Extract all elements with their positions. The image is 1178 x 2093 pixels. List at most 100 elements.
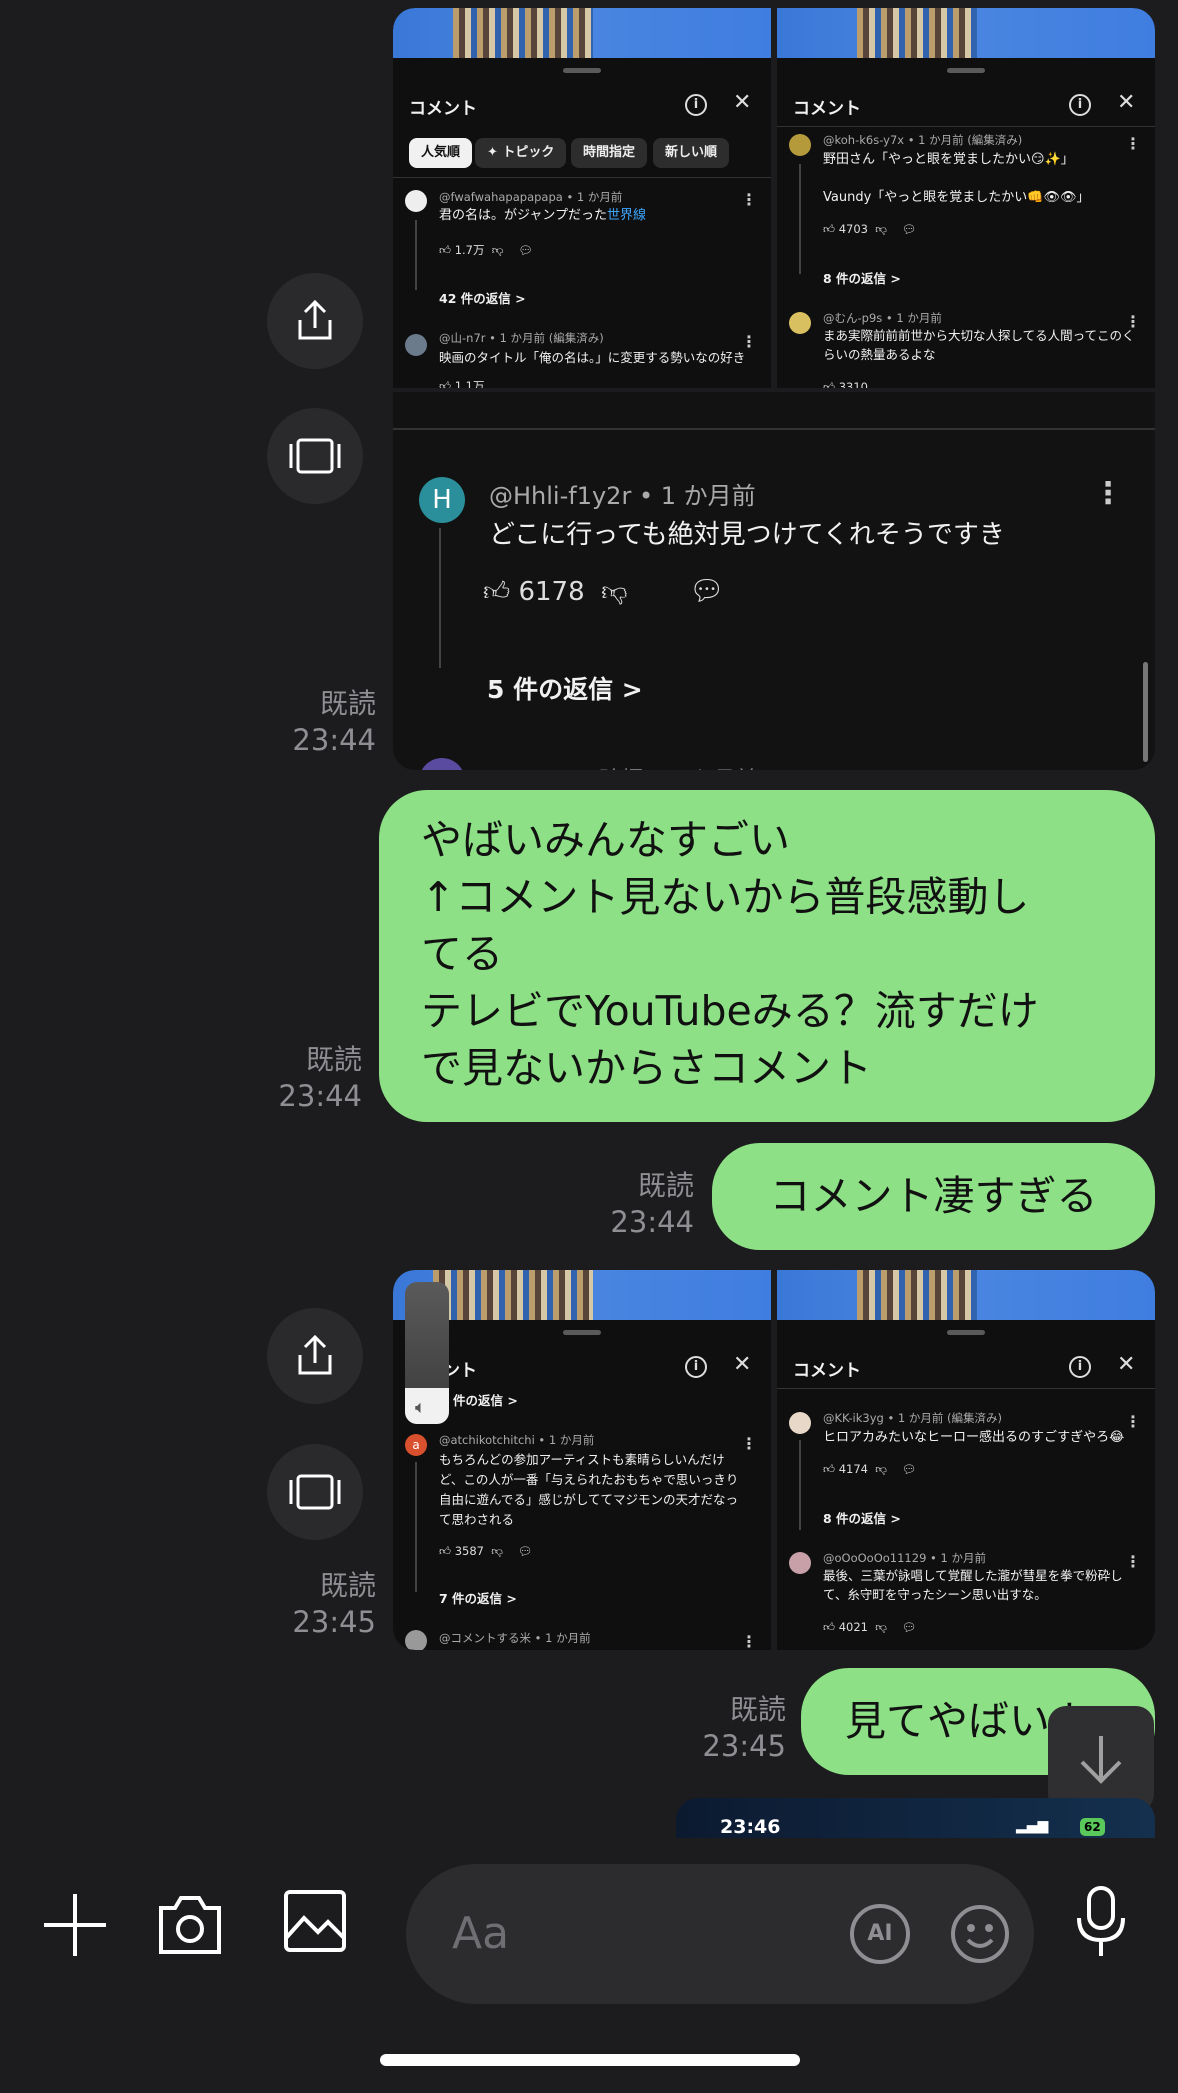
scrollbar[interactable] — [1143, 662, 1148, 762]
home-indicator[interactable] — [380, 2054, 800, 2066]
comment-screenshot-zoom[interactable]: H @Hhli-f1y2r • 1 か月前 どこに行っても絶対見つけてくれそうで… — [393, 392, 1155, 770]
replies-link[interactable]: 7 件の返信 > — [439, 1588, 517, 1607]
like-count[interactable]: 👍︎ 1.1万 — [439, 378, 484, 388]
comment-meta: @fwafwahapapapapa • 1 か月前 — [439, 190, 623, 204]
reply-icon[interactable]: 💬︎ — [689, 574, 725, 607]
signal-icon: ▂▄▆ — [1016, 1818, 1049, 1834]
replies-link[interactable]: 5 件の返信 > — [487, 670, 643, 706]
replies-link[interactable]: 8 件の返信 > — [823, 1508, 901, 1527]
scroll-to-bottom-button[interactable] — [1048, 1706, 1154, 1812]
message-meta: 既読 23:45 — [702, 1693, 786, 1763]
comment-panel-left: コメント i ✕ 人気順 ✦ トピック 時間指定 新しい順 @fwafwahap… — [393, 8, 771, 388]
avatar[interactable]: H — [419, 477, 465, 523]
more-icon[interactable]: ⋮ — [1125, 1412, 1141, 1431]
avatar[interactable]: a — [405, 1434, 427, 1456]
replies-link[interactable]: 件の返信 > — [453, 1390, 518, 1409]
comment-text: Vaundy「やっと眼を覚ましたかい👊👁👁」 — [823, 190, 1090, 205]
comment-link[interactable]: 世界線 — [607, 208, 646, 223]
comment-text: 野田さん「やっと眼を覚ましたかい😏✨」 — [823, 152, 1074, 167]
camera-button[interactable] — [155, 1892, 225, 1958]
comments-title: コメント — [793, 99, 861, 119]
avatar[interactable] — [405, 190, 427, 212]
comment-meta: @KK-ik3yg • 1 か月前 (編集済み) — [823, 1411, 1002, 1425]
battery-icon: 62 — [1080, 1818, 1105, 1836]
volume-slider[interactable]: 🔈︎ — [405, 1282, 449, 1424]
microphone-icon — [1077, 1886, 1125, 1956]
avatar[interactable] — [789, 312, 811, 334]
drag-handle[interactable] — [563, 68, 601, 73]
arrow-down-icon — [1080, 1736, 1122, 1784]
like-count[interactable]: 👍︎ 4174 👎︎ 💬︎ — [823, 1462, 916, 1477]
chip-popular[interactable]: 人気順 — [409, 138, 473, 168]
more-icon[interactable]: ⋮ — [1093, 476, 1123, 511]
comment-meta: @むん-p9s • 1 か月前 — [823, 311, 942, 325]
plus-button[interactable] — [40, 1890, 110, 1960]
smiley-icon — [951, 1905, 1009, 1963]
close-icon[interactable]: ✕ — [1117, 1352, 1135, 1377]
drag-handle[interactable] — [563, 1330, 601, 1335]
more-icon[interactable]: ⋮ — [741, 190, 757, 209]
video-thumbnail — [393, 8, 771, 58]
expand-button[interactable] — [267, 408, 363, 504]
avatar[interactable] — [405, 1630, 427, 1650]
like-count[interactable]: 👍︎ 1.7万 👎︎ 💬︎ — [439, 242, 533, 258]
message-input[interactable]: Aa AI — [406, 1864, 1034, 2004]
avatar[interactable] — [405, 334, 427, 356]
comment-meta: @oOoOoOo11129 • 1 か月前 — [823, 1551, 986, 1565]
like-button[interactable]: 👍︎ 6178 👎︎ — [483, 576, 628, 607]
comment-panel-right: コメント i ✕ @KK-ik3yg • 1 か月前 (編集済み) ヒロアカみた… — [777, 1270, 1155, 1650]
more-icon[interactable]: ⋮ — [1125, 1552, 1141, 1571]
image-icon — [284, 1890, 346, 1952]
close-icon[interactable]: ✕ — [733, 1352, 751, 1377]
info-icon[interactable]: i — [1069, 1356, 1091, 1378]
message-meta: 既読 23:44 — [292, 687, 376, 757]
expand-button[interactable] — [267, 1444, 363, 1540]
comment-screenshot-bottom[interactable]: コメント i ✕ 件の返信 > a @atchikotchitchi • 1 か… — [393, 1270, 1155, 1650]
chip-timestamp[interactable]: 時間指定 — [571, 138, 648, 168]
close-icon[interactable]: ✕ — [733, 90, 751, 115]
avatar[interactable] — [419, 758, 465, 770]
ai-button[interactable]: AI — [850, 1904, 910, 1964]
comment-panel-right: コメント i ✕ @koh-k6s-y7x • 1 か月前 (編集済み) 野田さ… — [777, 8, 1155, 388]
comment-text: 映画のタイトル「俺の名は。」に変更する勢いなの好き — [439, 350, 746, 365]
message-bubble-2[interactable]: コメント凄すぎる — [712, 1143, 1155, 1250]
fullscreen-icon — [289, 1474, 341, 1510]
avatar[interactable] — [789, 1552, 811, 1574]
share-button[interactable] — [267, 1308, 363, 1404]
close-icon[interactable]: ✕ — [1117, 90, 1135, 115]
replies-link[interactable]: 8 件の返信 > — [823, 268, 901, 287]
comment-screenshot-top[interactable]: コメント i ✕ 人気順 ✦ トピック 時間指定 新しい順 @fwafwahap… — [393, 8, 1155, 388]
chip-newest[interactable]: 新しい順 — [653, 138, 730, 168]
message-bubble-1[interactable]: やばいみんなすごい ↑コメント見ないから普段感動し てる テレビでYouTube… — [379, 790, 1155, 1122]
more-icon[interactable]: ⋮ — [1125, 312, 1141, 331]
like-count[interactable]: 👍︎ 4021 👎︎ 💬︎ — [823, 1620, 916, 1635]
status-time: 23:46 — [720, 1816, 781, 1838]
share-button[interactable] — [267, 273, 363, 369]
more-icon[interactable]: ⋮ — [741, 332, 757, 351]
message-meta: 既読 23:44 — [610, 1169, 694, 1239]
replies-link[interactable]: 42 件の返信 > — [439, 288, 526, 307]
like-count[interactable]: 👍︎ 4703 👎︎ 💬︎ — [823, 222, 916, 237]
comment-meta: @atchikotchitchi • 1 か月前 — [439, 1433, 595, 1447]
avatar[interactable] — [789, 134, 811, 156]
microphone-button[interactable] — [1074, 1884, 1128, 1960]
drag-handle[interactable] — [947, 68, 985, 73]
like-count[interactable]: 👍︎ 3587 👎︎ 💬︎ — [439, 1544, 532, 1559]
like-count[interactable]: 👍︎ 3310 — [823, 380, 868, 388]
comments-title: コメント — [793, 1361, 861, 1381]
more-icon[interactable]: ⋮ — [1125, 134, 1141, 153]
info-icon[interactable]: i — [685, 94, 707, 116]
more-icon[interactable]: ⋮ — [741, 1632, 757, 1650]
info-icon[interactable]: i — [1069, 94, 1091, 116]
chip-topic[interactable]: ✦ トピック — [475, 138, 567, 168]
drag-handle[interactable] — [947, 1330, 985, 1335]
more-icon[interactable]: ⋮ — [741, 1434, 757, 1453]
video-thumbnail — [777, 8, 1155, 58]
emoji-button[interactable] — [950, 1904, 1010, 1964]
comment-text: 君の名は。がジャンプだった世界線 — [439, 208, 646, 223]
image-button[interactable] — [282, 1888, 348, 1954]
info-icon[interactable]: i — [685, 1356, 707, 1378]
avatar[interactable] — [789, 1412, 811, 1434]
comment-text: もちろんどの参加アーティストも素晴らしいんだけ ど、この人が一番「与えられたおも… — [439, 1452, 739, 1527]
comment-meta: @koh-k6s-y7x • 1 か月前 (編集済み) — [823, 133, 1023, 147]
